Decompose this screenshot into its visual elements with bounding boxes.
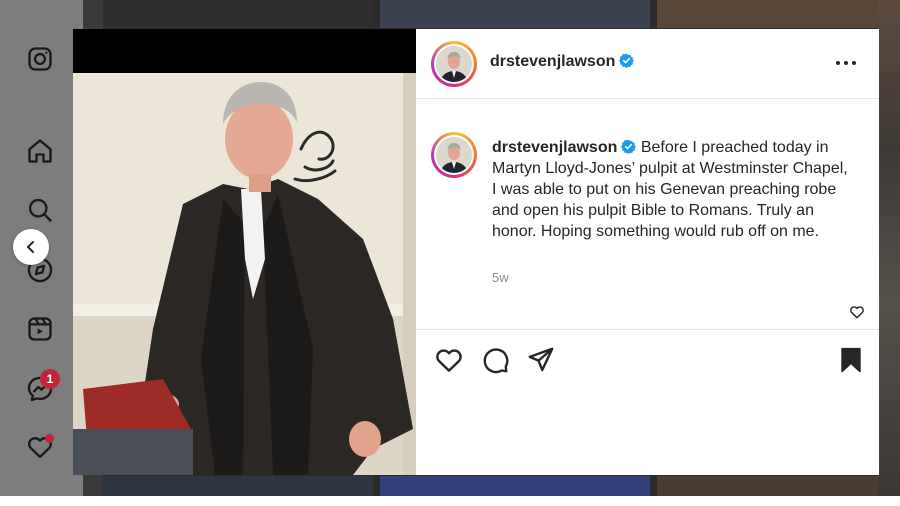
- comment-icon: [483, 348, 509, 374]
- bottom-strip: [0, 496, 900, 506]
- feed-edge-background: [878, 0, 900, 506]
- notification-dot: [45, 434, 54, 443]
- like-caption-button[interactable]: [849, 304, 865, 320]
- save-button[interactable]: [836, 345, 866, 375]
- post-header: drstevenjlawson: [416, 29, 879, 99]
- instagram-icon[interactable]: [22, 41, 58, 77]
- previous-post-button[interactable]: [13, 229, 49, 265]
- header-username[interactable]: drstevenjlawson: [490, 53, 635, 71]
- more-horizontal-icon: [836, 61, 856, 65]
- avatar-image: [436, 137, 472, 173]
- caption-username[interactable]: drstevenjlawson: [492, 139, 617, 156]
- verified-badge-icon: [621, 139, 637, 154]
- caption-author-avatar[interactable]: [431, 132, 477, 178]
- post-modal: drstevenjlawson drstevenjlawson Before I…: [73, 29, 879, 475]
- like-button[interactable]: [434, 345, 464, 375]
- reels-icon[interactable]: [22, 311, 58, 347]
- more-options-button[interactable]: [835, 53, 857, 73]
- avatar-image: [436, 46, 472, 82]
- bookmark-icon: [841, 347, 861, 373]
- post-timestamp[interactable]: 5w: [492, 270, 509, 285]
- send-icon: [528, 347, 554, 372]
- actions-divider: [416, 329, 879, 330]
- header-username-text[interactable]: drstevenjlawson: [490, 53, 615, 70]
- messages-badge: 1: [40, 369, 60, 389]
- comment-button[interactable]: [480, 345, 510, 375]
- post-photo: [73, 29, 416, 475]
- post-details-panel: drstevenjlawson drstevenjlawson Before I…: [416, 29, 879, 475]
- chevron-left-icon: [27, 241, 34, 253]
- post-caption: drstevenjlawson Before I preached today …: [492, 137, 850, 242]
- heart-icon: [850, 306, 864, 319]
- search-icon[interactable]: [22, 192, 58, 228]
- verified-badge-icon: [619, 53, 635, 68]
- author-avatar[interactable]: [431, 41, 477, 87]
- share-button[interactable]: [526, 345, 556, 375]
- heart-icon: [436, 349, 462, 372]
- home-icon[interactable]: [22, 133, 58, 169]
